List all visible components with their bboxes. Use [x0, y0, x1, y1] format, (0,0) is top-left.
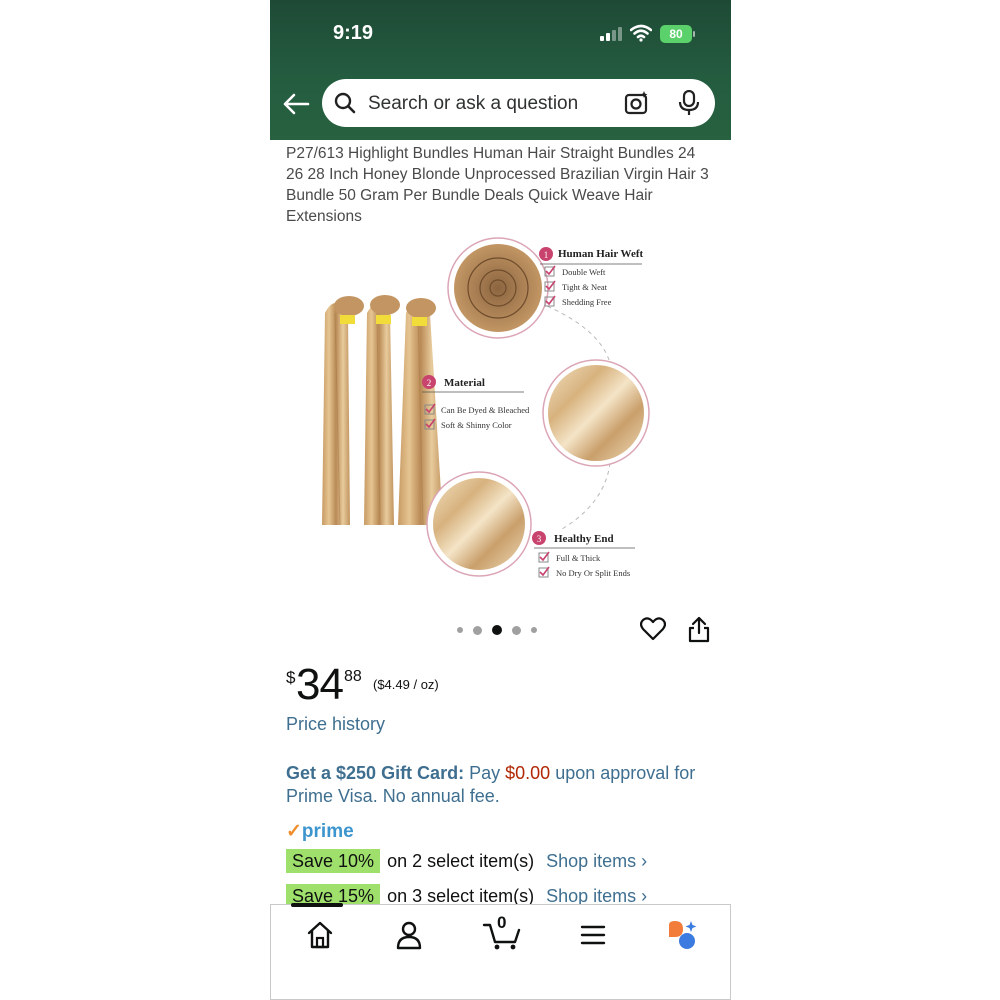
account-icon[interactable] [389, 919, 429, 951]
price-history-link[interactable]: Price history [286, 714, 385, 735]
image-carousel-dots[interactable] [457, 624, 537, 636]
checkbox-icon [538, 551, 550, 563]
promo-badge: Save 10% [286, 849, 381, 873]
promo-text: on 2 select item(s) [387, 850, 535, 871]
gift-card-headline: Get a $250 Gift Card: [286, 763, 465, 783]
section-number: 1 [544, 250, 549, 260]
prime-check-icon: ✓ [286, 821, 302, 842]
shop-items-link[interactable]: Shop items › [546, 851, 647, 872]
section-title: Material [444, 377, 485, 389]
product-image[interactable]: 1 Human Hair Weft Double Weft Tight & Ne… [310, 233, 710, 593]
feature-item: Full & Thick [556, 553, 601, 563]
battery-tip [693, 31, 695, 37]
camera-lens-icon[interactable] [624, 90, 650, 116]
active-tab-indicator [291, 903, 343, 907]
section-number: 2 [427, 378, 432, 388]
feature-section-end: 3 Healthy End Full & Thick No Dry Or Spl… [532, 531, 635, 578]
prime-label: prime [301, 821, 354, 842]
app-screen: 9:19 80 Search or ask a question P27/613… [270, 0, 731, 1000]
checkbox-icon [544, 295, 556, 307]
unit-price: ($4.49 / oz) [373, 677, 439, 692]
wifi-icon [630, 24, 652, 42]
gift-card-pre: Pay [469, 763, 501, 783]
app-header: 9:19 80 [270, 0, 731, 140]
menu-icon[interactable] [573, 919, 613, 951]
cart-count: 0 [497, 913, 507, 932]
feature-item: Tight & Neat [562, 282, 608, 292]
checkbox-icon [538, 566, 550, 578]
search-input[interactable] [366, 89, 590, 119]
signal-icon [600, 27, 624, 41]
home-icon[interactable] [300, 919, 340, 951]
feature-section-material: 2 Material Can Be Dyed & Bleached Soft &… [422, 375, 530, 430]
gift-card-offer[interactable]: Get a $250 Gift Card: Pay $0.00 upon app… [286, 762, 711, 808]
feature-section-weft: 1 Human Hair Weft Double Weft Tight & Ne… [539, 247, 643, 307]
carousel-dot[interactable] [457, 627, 463, 633]
price-currency: $ [286, 668, 296, 687]
rufus-assistant-icon[interactable] [663, 919, 703, 951]
product-title[interactable]: P27/613 Highlight Bundles Human Hair Str… [286, 143, 716, 227]
feature-item: Shedding Free [562, 297, 612, 307]
price-whole: 34 [296, 660, 344, 709]
carousel-dot[interactable] [512, 625, 521, 635]
carousel-dot[interactable] [473, 625, 482, 635]
search-bar[interactable] [322, 79, 715, 127]
feature-item: Soft & Shinny Color [441, 420, 512, 430]
bottom-nav: 0 [270, 903, 731, 1000]
carousel-dot-active[interactable] [492, 625, 502, 635]
search-icon [334, 92, 356, 114]
feature-item: Double Weft [562, 267, 606, 277]
back-arrow-icon[interactable] [282, 92, 310, 116]
feature-item: No Dry Or Split Ends [556, 568, 630, 578]
cart-button[interactable]: 0 [481, 913, 525, 951]
section-title: Healthy End [554, 533, 614, 545]
prime-logo: ✓prime [286, 820, 354, 843]
gift-card-amount: $0.00 [505, 763, 551, 783]
share-icon[interactable] [688, 615, 710, 643]
promo-row: Save 10% on 2 select item(s) Shop items … [286, 848, 647, 874]
heart-icon[interactable] [640, 617, 666, 641]
section-title: Human Hair Weft [558, 248, 643, 260]
status-time: 9:19 [333, 22, 374, 44]
section-number: 3 [537, 534, 542, 544]
battery-indicator: 80 [660, 25, 692, 43]
microphone-icon[interactable] [678, 90, 700, 116]
feature-item: Can Be Dyed & Bleached [441, 405, 530, 415]
price-fraction: 88 [344, 668, 362, 685]
carousel-dot[interactable] [531, 627, 537, 633]
